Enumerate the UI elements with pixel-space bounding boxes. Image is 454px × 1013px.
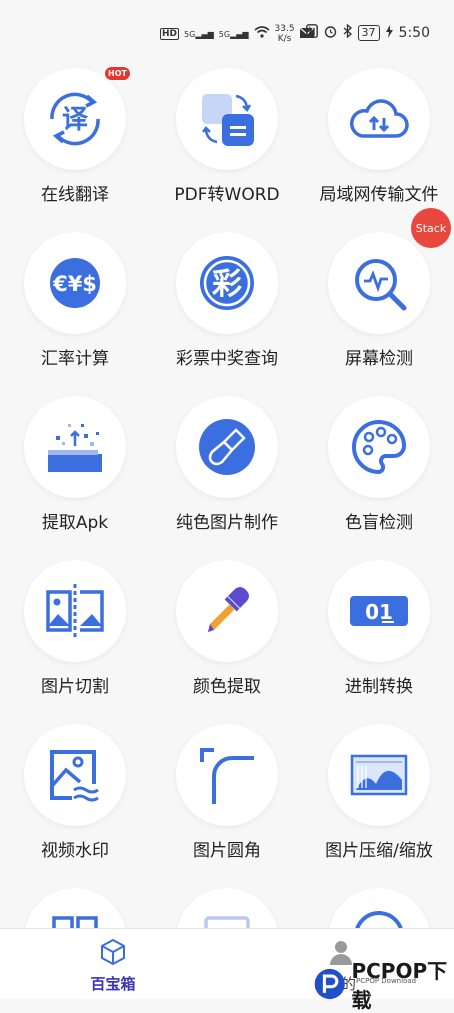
nav-toolbox[interactable]: 百宝箱 <box>53 937 173 994</box>
translate-icon: 译 <box>50 92 100 146</box>
tool-label: 进制转换 <box>345 677 413 697</box>
tool-label: 提取Apk <box>41 513 109 533</box>
tool-circle: 译 <box>24 68 126 170</box>
watermark-sub: PCPOP Download <box>356 977 417 985</box>
bluetooth-icon <box>343 23 352 42</box>
screen-check-icon <box>355 259 407 311</box>
tool-color-pick[interactable]: 颜色提取 <box>152 560 302 720</box>
tool-circle <box>176 560 278 662</box>
tool-label: 纯色图片制作 <box>176 513 278 533</box>
tool-partial-3[interactable] <box>304 888 454 928</box>
tool-label: 在线翻译 <box>41 185 109 205</box>
tool-circle <box>328 232 430 334</box>
tool-label: PDF转WORD <box>174 185 280 205</box>
stack-badge[interactable]: Stack <box>411 208 451 248</box>
signal-icon: 5G▂▄▆ <box>184 29 214 39</box>
tool-label: 颜色提取 <box>193 677 261 697</box>
tool-round-corner[interactable]: 图片圆角 <box>152 724 302 884</box>
tool-circle <box>328 68 430 170</box>
tool-circle <box>24 888 126 928</box>
palette-icon <box>352 419 407 475</box>
tool-label: 图片切割 <box>41 677 109 697</box>
image-cut-icon <box>46 584 104 638</box>
tool-extract-apk[interactable]: 提取Apk <box>0 396 150 556</box>
hot-badge: HOT <box>104 66 131 81</box>
tool-label: 图片压缩/缩放 <box>325 841 433 861</box>
tool-circle <box>328 396 430 498</box>
hd-indicator: HD <box>160 28 180 40</box>
tool-circle <box>24 396 126 498</box>
lottery-icon-text: 彩 <box>212 267 242 302</box>
brush-icon <box>199 419 255 475</box>
image-frame-icon <box>204 916 250 928</box>
pcpop-logo-icon <box>314 968 345 1000</box>
tool-translate[interactable]: 译 HOT 在线翻译 <box>0 66 150 228</box>
tool-circle <box>176 724 278 826</box>
signal-label-1: 5G <box>184 29 196 39</box>
tool-image-compress[interactable]: 图片压缩/缩放 <box>304 724 454 884</box>
binary-icon-text: 01 <box>365 600 393 624</box>
round-corner-icon <box>200 748 254 804</box>
nav-label: 百宝箱 <box>90 975 136 993</box>
tool-circle: 彩 <box>176 232 278 334</box>
tool-label: 局域网传输文件 <box>319 185 439 205</box>
battery-indicator: 37 <box>357 25 380 41</box>
tool-partial-2[interactable] <box>152 888 302 928</box>
signal-label-2: 5G <box>218 29 231 39</box>
tool-label: 汇率计算 <box>41 349 109 369</box>
lottery-icon: 彩 <box>200 256 254 310</box>
tool-label: 图片圆角 <box>193 841 261 861</box>
tool-circle <box>24 724 126 826</box>
pdf-word-icon <box>202 94 254 146</box>
cloud-transfer-icon <box>350 99 409 138</box>
tool-circle: 01 <box>328 560 430 662</box>
charging-icon <box>385 24 393 42</box>
tool-lottery[interactable]: 彩 彩票中奖查询 <box>152 232 302 392</box>
round-icon <box>355 911 403 928</box>
tool-currency[interactable]: €¥$ 汇率计算 <box>0 232 150 392</box>
tool-radix[interactable]: 01 进制转换 <box>304 560 454 720</box>
qr-code-icon <box>52 916 98 928</box>
watermark-logo: PCPOP下载 PCPOP Download <box>312 955 454 1013</box>
tool-pdf-word[interactable]: PDF转WORD <box>152 68 302 228</box>
svg-text:€¥$: €¥$ <box>52 272 97 296</box>
signal-icon-2: 5G▂▄▆ <box>218 29 249 39</box>
tool-solid-image[interactable]: 纯色图片制作 <box>152 396 302 556</box>
tool-lan-transfer[interactable]: 局域网传输文件 <box>304 68 454 228</box>
tool-circle <box>24 560 126 662</box>
net-speed-unit: K/s <box>277 34 292 44</box>
tool-color-blind[interactable]: 色盲检测 <box>304 396 454 556</box>
tool-circle <box>176 68 278 170</box>
image-compress-icon <box>350 754 408 796</box>
tool-partial-1[interactable] <box>0 888 150 928</box>
eyedropper-icon <box>208 587 249 632</box>
svg-text:译: 译 <box>62 105 89 135</box>
binary-icon: 01 <box>350 596 408 626</box>
tool-circle <box>176 888 278 928</box>
nfc-icon <box>305 24 318 42</box>
cube-icon <box>101 938 125 966</box>
alarm-icon <box>324 25 337 42</box>
tool-label: 色盲检测 <box>345 513 413 533</box>
tool-circle <box>328 724 430 826</box>
tool-video-watermark[interactable]: 视频水印 <box>0 724 150 884</box>
tool-circle: €¥$ <box>24 232 126 334</box>
wifi-icon <box>254 26 270 42</box>
currency-icon: €¥$ <box>50 258 100 308</box>
tool-label: 视频水印 <box>41 841 109 861</box>
tool-circle <box>176 396 278 498</box>
tool-label: 彩票中奖查询 <box>176 349 278 369</box>
status-bar: HD 5G▂▄▆ 5G▂▄▆ 33.5 K/s 37 5:50 <box>0 0 454 68</box>
clock: 5:50 <box>398 25 430 41</box>
tool-circle <box>328 888 430 928</box>
net-speed-value: 33.5 <box>274 24 295 34</box>
status-left: HD 5G▂▄▆ 5G▂▄▆ 33.5 K/s <box>160 24 314 44</box>
tool-screen-check[interactable]: 屏幕检测 <box>304 232 454 392</box>
video-watermark-icon <box>50 750 99 802</box>
net-speed: 33.5 K/s <box>275 24 295 44</box>
tool-label: 屏幕检测 <box>345 349 413 369</box>
tool-image-cut[interactable]: 图片切割 <box>0 560 150 720</box>
extract-apk-icon <box>48 424 102 472</box>
status-right: 37 5:50 <box>305 23 430 42</box>
